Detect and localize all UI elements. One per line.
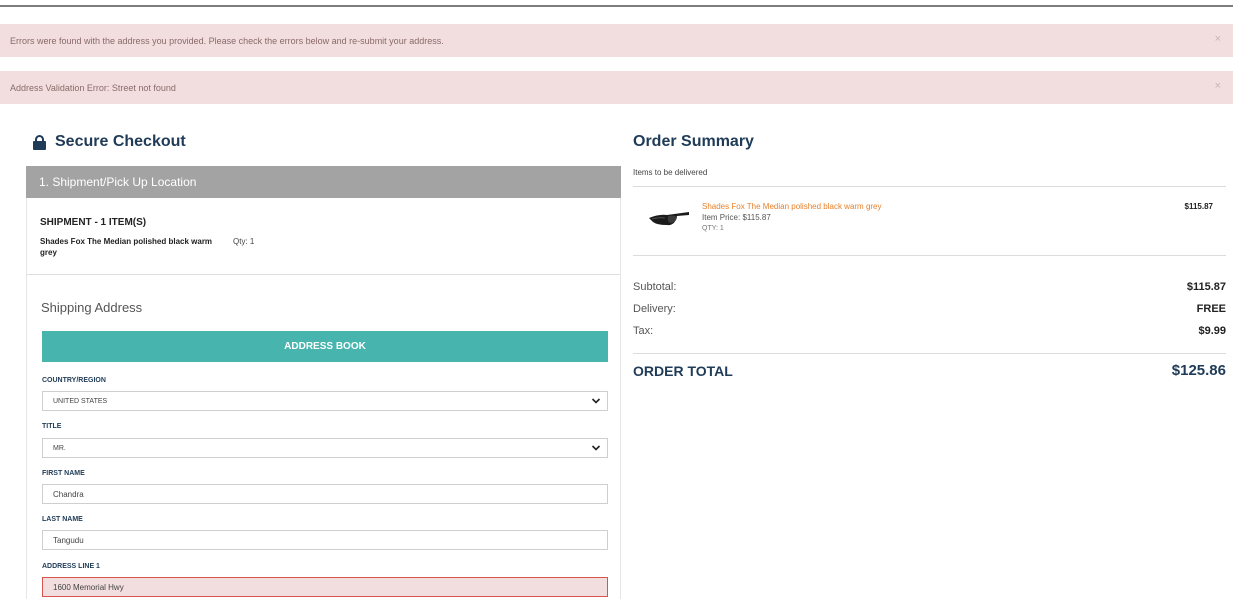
subtotal-label: Subtotal:: [633, 281, 677, 293]
address-line-1-label: ADDRESS LINE 1: [42, 563, 100, 570]
shipment-panel: SHIPMENT - 1 ITEM(S) Shades Fox The Medi…: [26, 198, 621, 599]
last-name-label: LAST NAME: [42, 516, 83, 523]
close-icon[interactable]: ×: [1215, 33, 1221, 45]
validation-error-alert: Address Validation Error: Street not fou…: [0, 71, 1233, 104]
last-name-field[interactable]: Tangudu: [42, 530, 608, 550]
country-select[interactable]: UNITED STATES: [42, 391, 608, 411]
sunglasses-image: [649, 212, 689, 226]
last-name-value: Tangudu: [53, 535, 84, 545]
step-header-shipment[interactable]: 1. Shipment/Pick Up Location: [26, 166, 621, 198]
address-error-alert: Errors were found with the address you p…: [0, 24, 1233, 57]
lock-icon: [33, 135, 46, 150]
shipment-item-qty: Qty: 1: [233, 237, 255, 246]
subtotal-value: $115.87: [1186, 281, 1226, 293]
close-icon[interactable]: ×: [1215, 80, 1221, 92]
divider: [633, 186, 1226, 187]
secure-checkout-heading: Secure Checkout: [33, 133, 186, 151]
alert-message: Errors were found with the address you p…: [10, 35, 444, 46]
first-name-value: Chandra: [53, 489, 84, 499]
address-line-1-value: 1600 Memorial Hwy: [53, 582, 124, 592]
step-header-label: 1. Shipment/Pick Up Location: [39, 175, 197, 189]
address-line-1-field[interactable]: 1600 Memorial Hwy: [42, 577, 608, 597]
shipment-title: SHIPMENT - 1 ITEM(S): [40, 217, 147, 228]
title-value: MR.: [53, 444, 66, 452]
chevron-down-icon: [591, 445, 601, 451]
order-total-value: $125.86: [1171, 362, 1226, 379]
first-name-field[interactable]: Chandra: [42, 484, 608, 504]
country-label: COUNTRY/REGION: [42, 377, 106, 384]
delivery-label: Delivery:: [633, 303, 676, 315]
shipping-address-title: Shipping Address: [41, 300, 143, 315]
divider: [633, 353, 1226, 354]
order-total-label: ORDER TOTAL: [633, 363, 733, 379]
items-to-be-delivered-label: Items to be delivered: [633, 168, 708, 177]
product-total: $115.87: [1184, 202, 1213, 211]
address-book-button[interactable]: ADDRESS BOOK: [42, 331, 608, 362]
first-name-label: FIRST NAME: [42, 470, 85, 477]
page-title: Secure Checkout: [55, 133, 186, 150]
shipment-summary: SHIPMENT - 1 ITEM(S) Shades Fox The Medi…: [27, 198, 620, 275]
tax-value: $9.99: [1198, 325, 1226, 337]
tax-label: Tax:: [633, 325, 654, 337]
title-select[interactable]: MR.: [42, 438, 608, 458]
product-price: Item Price: $115.87: [702, 213, 771, 222]
title-label: TITLE: [42, 423, 62, 430]
top-border: [0, 5, 1233, 7]
order-summary-title: Order Summary: [633, 133, 754, 150]
product-link[interactable]: Shades Fox The Median polished black war…: [702, 202, 882, 211]
divider: [633, 255, 1226, 256]
chevron-down-icon: [591, 398, 601, 404]
shipment-item-name: Shades Fox The Median polished black war…: [40, 237, 213, 257]
product-qty: QTY: 1: [702, 225, 724, 232]
country-value: UNITED STATES: [53, 397, 108, 405]
delivery-value: FREE: [1196, 303, 1226, 315]
alert-message: Address Validation Error: Street not fou…: [10, 82, 176, 93]
